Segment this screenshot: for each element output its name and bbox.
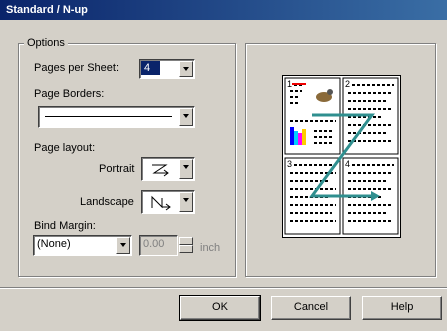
- n-order-icon: [151, 195, 171, 211]
- preview-page-number-4: 4: [345, 159, 350, 169]
- z-order-icon: [152, 164, 169, 177]
- preview-page-number-2: 2: [345, 79, 350, 89]
- ok-button[interactable]: OK: [179, 295, 261, 321]
- page-borders-label: Page Borders:: [34, 88, 105, 100]
- bind-margin-value: (None): [37, 238, 71, 250]
- options-group-label: Options: [24, 37, 68, 49]
- bind-margin-amount: 0.00: [143, 238, 165, 250]
- pages-per-sheet-value: 4: [141, 61, 161, 75]
- bind-margin-label: Bind Margin:: [34, 220, 96, 232]
- page-borders-select[interactable]: [38, 106, 195, 128]
- chevron-down-icon[interactable]: [179, 192, 193, 212]
- help-button[interactable]: Help: [362, 296, 442, 320]
- title-bar: Standard / N-up: [0, 0, 447, 20]
- preview-page-number-3: 3: [287, 159, 292, 169]
- chevron-down-icon[interactable]: [179, 61, 193, 77]
- portrait-order-select[interactable]: [141, 157, 195, 181]
- chevron-down-icon[interactable]: [179, 159, 193, 179]
- chevron-down-icon[interactable]: [116, 237, 130, 254]
- bind-margin-unit: inch: [200, 242, 221, 254]
- n-up-preview: 1 2 3 4: [282, 75, 401, 238]
- bind-margin-amount-input[interactable]: 0.00: [139, 235, 178, 256]
- portrait-label: Portrait: [99, 163, 135, 175]
- chevron-down-icon[interactable]: [179, 108, 193, 126]
- bind-margin-spinner[interactable]: [179, 237, 193, 253]
- landscape-order-select[interactable]: [141, 190, 195, 214]
- preview-page-number-1: 1: [287, 79, 292, 89]
- window-title: Standard / N-up: [6, 4, 88, 16]
- border-line-sample: [45, 116, 172, 117]
- page-layout-label: Page layout:: [34, 142, 96, 154]
- landscape-label: Landscape: [80, 196, 134, 208]
- button-divider: [0, 287, 447, 289]
- pages-per-sheet-select[interactable]: 4: [139, 59, 195, 79]
- pages-per-sheet-label: Pages per Sheet:: [34, 62, 120, 74]
- bind-margin-select[interactable]: (None): [33, 235, 132, 256]
- cancel-button[interactable]: Cancel: [271, 296, 351, 320]
